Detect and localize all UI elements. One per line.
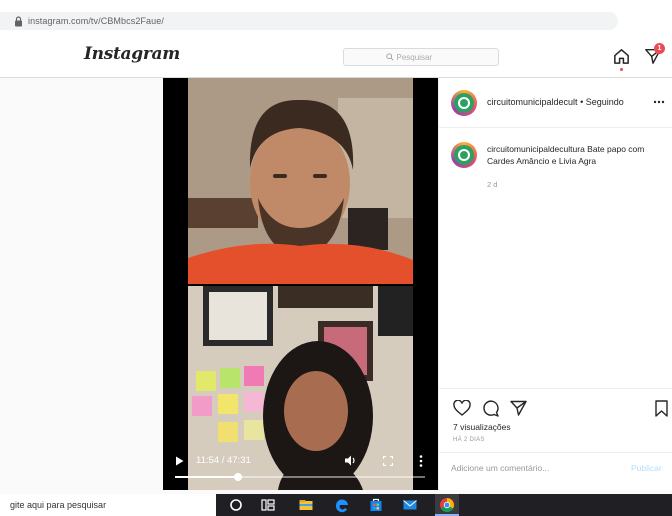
bookmark-icon[interactable]	[655, 400, 668, 417]
page: instagram.com/tv/CBMbcs2Faue/ Instagram …	[0, 0, 672, 516]
url-text: instagram.com/tv/CBMbcs2Faue/	[28, 16, 164, 26]
search-box[interactable]	[343, 48, 499, 66]
taskbar-search-box[interactable]	[0, 494, 216, 516]
post-caption: circuitomunicipaldecultura Bate papo com…	[487, 144, 663, 167]
mail-icon[interactable]	[402, 497, 418, 513]
home-icon[interactable]	[612, 47, 631, 66]
caption-avatar[interactable]	[451, 142, 477, 168]
header-username[interactable]: circuitomunicipaldecult	[487, 97, 578, 107]
chrome-icon[interactable]	[439, 497, 455, 513]
man-video-scene	[188, 78, 413, 284]
post-header-username[interactable]: circuitomunicipaldecult • Seguindo	[487, 97, 624, 107]
cortana-icon[interactable]	[228, 497, 244, 513]
avatar-logo	[458, 97, 470, 109]
more-options-icon[interactable]	[653, 100, 665, 104]
instagram-logo[interactable]: Instagram	[84, 44, 180, 64]
instagram-header: Instagram 1	[0, 34, 672, 78]
video-player[interactable]: 11:54 / 47:31	[163, 78, 438, 490]
video-controls: 11:54 / 47:31	[163, 450, 438, 490]
post-header: circuitomunicipaldecult • Seguindo	[439, 78, 672, 128]
search-icon	[385, 53, 394, 61]
view-count[interactable]: 7 visualizações	[453, 422, 511, 432]
post-date: HÁ 2 DIAS	[453, 437, 485, 443]
volume-icon[interactable]	[345, 455, 357, 466]
address-field[interactable]: instagram.com/tv/CBMbcs2Faue/	[0, 12, 618, 30]
divider	[439, 452, 672, 453]
video-progress-fill	[175, 476, 238, 478]
heart-icon[interactable]	[453, 400, 471, 416]
windows-taskbar	[0, 494, 672, 516]
video-time: 11:54 / 47:31	[196, 455, 251, 466]
follow-status[interactable]: • Seguindo	[580, 97, 624, 107]
comment-input[interactable]	[451, 463, 611, 473]
caption-age: 2 d	[487, 180, 498, 189]
more-options-icon[interactable]	[419, 455, 423, 467]
caption-username[interactable]: circuitomunicipaldecultura	[487, 144, 585, 154]
divider	[439, 388, 672, 389]
share-icon[interactable]	[510, 400, 527, 416]
edge-browser-icon[interactable]	[334, 497, 350, 513]
store-icon[interactable]	[368, 497, 384, 513]
video-frame-top	[188, 78, 413, 284]
file-explorer-icon[interactable]	[298, 497, 314, 513]
video-progress-handle[interactable]	[233, 473, 242, 481]
publish-button[interactable]: Publicar	[631, 463, 662, 473]
lock-icon	[15, 15, 22, 26]
task-view-icon[interactable]	[260, 497, 276, 513]
home-active-dot	[620, 68, 623, 71]
video-progress-bar[interactable]	[175, 473, 425, 481]
taskbar-search-input[interactable]	[10, 500, 210, 510]
avatar[interactable]	[451, 90, 477, 116]
fullscreen-icon[interactable]	[383, 456, 393, 466]
comment-icon[interactable]	[482, 400, 499, 417]
play-icon[interactable]	[175, 456, 184, 466]
browser-url-bar: instagram.com/tv/CBMbcs2Faue/	[0, 0, 672, 34]
post-details-panel: circuitomunicipaldecult • Seguindo circu…	[438, 78, 672, 490]
notification-badge: 1	[654, 43, 665, 54]
avatar-logo	[458, 149, 470, 161]
search-input[interactable]	[396, 52, 457, 62]
